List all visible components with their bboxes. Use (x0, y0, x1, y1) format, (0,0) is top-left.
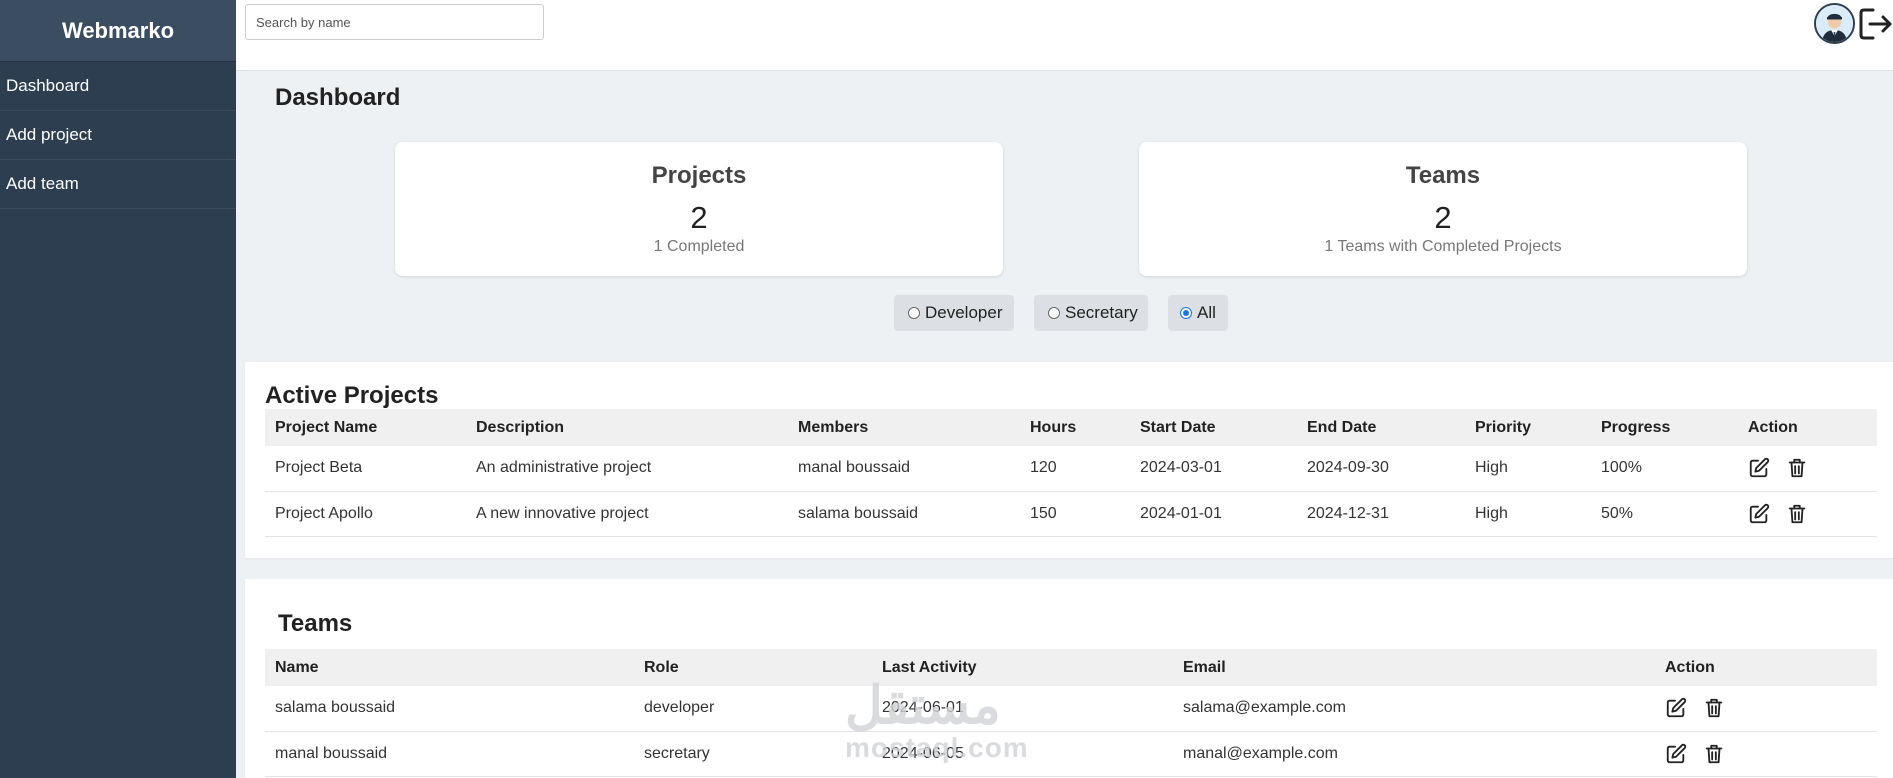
project-name: Project Beta (265, 446, 466, 492)
project-end-date: 2024-09-30 (1297, 446, 1465, 492)
column-header[interactable]: Name (265, 649, 634, 686)
column-header[interactable]: Last Activity (872, 649, 1173, 686)
brand-logo[interactable]: Webmarko (0, 0, 236, 62)
filter-secretary[interactable]: Secretary (1034, 295, 1148, 331)
sidebar-item-add-team[interactable]: Add team (0, 160, 236, 209)
sidebar-item-dashboard[interactable]: Dashboard (0, 62, 236, 111)
team-member-last-activity: 2024-06-01 (872, 686, 1173, 732)
sidebar-item-add-project[interactable]: Add project (0, 111, 236, 160)
column-header[interactable]: Email (1173, 649, 1655, 686)
project-hours: 120 (1020, 446, 1130, 492)
projects-summary-card: Projects 2 1 Completed (395, 142, 1003, 276)
sidebar: Webmarko Dashboard Add project Add team (0, 0, 236, 778)
team-member-role: developer (634, 686, 872, 732)
table-row: Project Apollo A new innovative project … (265, 491, 1877, 537)
project-start-date: 2024-03-01 (1130, 446, 1297, 492)
edit-icon[interactable] (1748, 457, 1770, 479)
project-priority: High (1465, 491, 1591, 537)
filter-label: Secretary (1065, 303, 1138, 322)
filter-developer[interactable]: Developer (894, 295, 1014, 331)
column-header[interactable]: Priority (1465, 409, 1591, 446)
active-projects-panel: Active Projects Project Name Description… (245, 362, 1893, 558)
trash-icon[interactable] (1703, 697, 1725, 719)
projects-table: Project Name Description Members Hours S… (265, 409, 1877, 537)
action-cell (1738, 491, 1877, 537)
filter-all[interactable]: All (1168, 295, 1228, 331)
project-hours: 150 (1020, 491, 1130, 537)
project-start-date: 2024-01-01 (1130, 491, 1297, 537)
project-progress: 100% (1591, 446, 1738, 492)
section-title: Active Projects (265, 382, 439, 409)
card-title: Teams (1405, 162, 1481, 189)
column-header[interactable]: Role (634, 649, 872, 686)
radio-checked-icon[interactable] (1180, 307, 1192, 319)
card-count: 2 (690, 200, 708, 235)
filter-label: All (1197, 303, 1216, 322)
table-row: salama boussaid developer 2024-06-01 sal… (265, 686, 1877, 732)
column-header[interactable]: Description (466, 409, 788, 446)
card-subtitle: 1 Teams with Completed Projects (1324, 238, 1562, 255)
column-header: Action (1665, 658, 1715, 676)
search-input[interactable] (245, 4, 544, 40)
column-header[interactable]: End Date (1297, 409, 1465, 446)
table-row: manal boussaid secretary 2024-06-05 mana… (265, 731, 1877, 777)
team-member-last-activity: 2024-06-05 (872, 731, 1173, 777)
team-member-email: salama@example.com (1173, 686, 1655, 732)
project-priority: High (1465, 446, 1591, 492)
column-header: Action (1748, 418, 1798, 436)
column-header[interactable]: Project Name (265, 409, 466, 446)
logout-icon[interactable] (1857, 4, 1893, 44)
section-title: Teams (278, 610, 353, 637)
trash-icon[interactable] (1786, 457, 1808, 479)
trash-icon[interactable] (1703, 743, 1725, 765)
table-header-row: Project Name Description Members Hours S… (265, 409, 1877, 446)
project-end-date: 2024-12-31 (1297, 491, 1465, 537)
card-title: Projects (651, 162, 747, 189)
action-cell (1655, 686, 1877, 732)
project-members: salama boussaid (788, 491, 1020, 537)
table-row: Project Beta An administrative project m… (265, 446, 1877, 492)
card-count: 2 (1434, 200, 1452, 235)
topbar (236, 0, 1893, 71)
radio-icon[interactable] (1048, 307, 1060, 319)
team-member-role: secretary (634, 731, 872, 777)
column-header[interactable]: Hours (1020, 409, 1130, 446)
column-header[interactable]: Start Date (1130, 409, 1297, 446)
edit-icon[interactable] (1665, 743, 1687, 765)
page-title: Dashboard (275, 84, 401, 111)
team-member-email: manal@example.com (1173, 731, 1655, 777)
card-subtitle: 1 Completed (653, 238, 745, 255)
action-cell (1655, 731, 1877, 777)
project-description: An administrative project (466, 446, 788, 492)
column-header[interactable]: Members (788, 409, 1020, 446)
project-progress: 50% (1591, 491, 1738, 537)
user-avatar-icon[interactable] (1814, 3, 1855, 44)
edit-icon[interactable] (1665, 697, 1687, 719)
edit-icon[interactable] (1748, 503, 1770, 525)
teams-panel: Teams Name Role Last Activity Email Acti… (245, 579, 1893, 778)
team-member-name: salama boussaid (265, 686, 634, 732)
teams-table: Name Role Last Activity Email Action sal… (265, 649, 1877, 777)
project-name: Project Apollo (265, 491, 466, 537)
filter-label: Developer (925, 303, 1003, 322)
radio-icon[interactable] (908, 307, 920, 319)
teams-summary-card: Teams 2 1 Teams with Completed Projects (1139, 142, 1747, 276)
column-header[interactable]: Progress (1591, 409, 1738, 446)
trash-icon[interactable] (1786, 503, 1808, 525)
action-cell (1738, 446, 1877, 492)
table-header-row: Name Role Last Activity Email Action (265, 649, 1877, 686)
team-member-name: manal boussaid (265, 731, 634, 777)
project-members: manal boussaid (788, 446, 1020, 492)
project-description: A new innovative project (466, 491, 788, 537)
